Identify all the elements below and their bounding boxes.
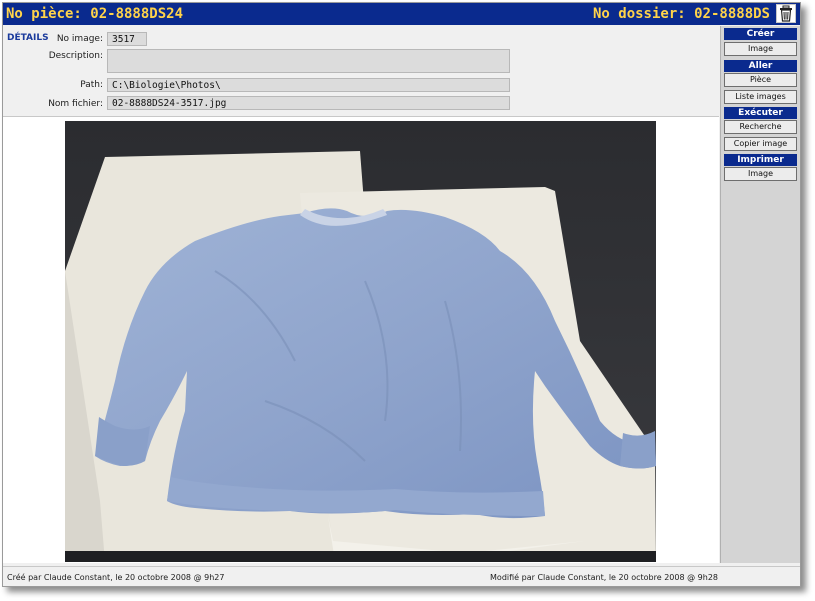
created-by-text: Créé par Claude Constant, le 20 octobre … — [7, 573, 225, 582]
delete-button[interactable] — [776, 4, 796, 23]
copy-image-button[interactable]: Copier image — [724, 137, 797, 151]
filename-label: Nom fichier: — [48, 99, 103, 109]
create-image-button[interactable]: Image — [724, 42, 797, 56]
trash-icon — [780, 5, 792, 22]
description-field[interactable] — [107, 49, 510, 73]
status-footer: Créé par Claude Constant, le 20 octobre … — [3, 566, 800, 586]
dossier-number-title: No dossier: 02-8888DS — [592, 6, 770, 22]
aller-section-title: Aller — [724, 60, 797, 72]
modified-by-text: Modifié par Claude Constant, le 20 octob… — [490, 573, 718, 582]
details-panel: DÉTAILS No image: 3517 Description: Path… — [3, 26, 719, 117]
app-window: No pièce: 02-8888DS24 No dossier: 02-888… — [2, 2, 801, 587]
action-sidebar: Créer Image Aller Pièce Liste images Exé… — [720, 26, 800, 563]
no-image-label: No image: — [56, 34, 103, 44]
search-button[interactable]: Recherche — [724, 120, 797, 134]
go-piece-button[interactable]: Pièce — [724, 73, 797, 87]
go-image-list-button[interactable]: Liste images — [724, 90, 797, 104]
imprimer-section-title: Imprimer — [724, 154, 797, 166]
photo-viewer — [3, 117, 719, 563]
path-field[interactable]: C:\Biologie\Photos\ — [107, 78, 510, 92]
path-label: Path: — [80, 80, 103, 90]
title-bar: No pièce: 02-8888DS24 No dossier: 02-888… — [3, 3, 800, 25]
creer-section-title: Créer — [724, 28, 797, 40]
print-image-button[interactable]: Image — [724, 167, 797, 181]
filename-field[interactable]: 02-8888DS24-3517.jpg — [107, 96, 510, 110]
description-label: Description: — [48, 51, 103, 61]
no-image-field[interactable]: 3517 — [107, 32, 147, 46]
sweater-photo — [65, 121, 656, 562]
piece-number-title: No pièce: 02-8888DS24 — [6, 6, 184, 22]
executer-section-title: Exécuter — [724, 107, 797, 119]
